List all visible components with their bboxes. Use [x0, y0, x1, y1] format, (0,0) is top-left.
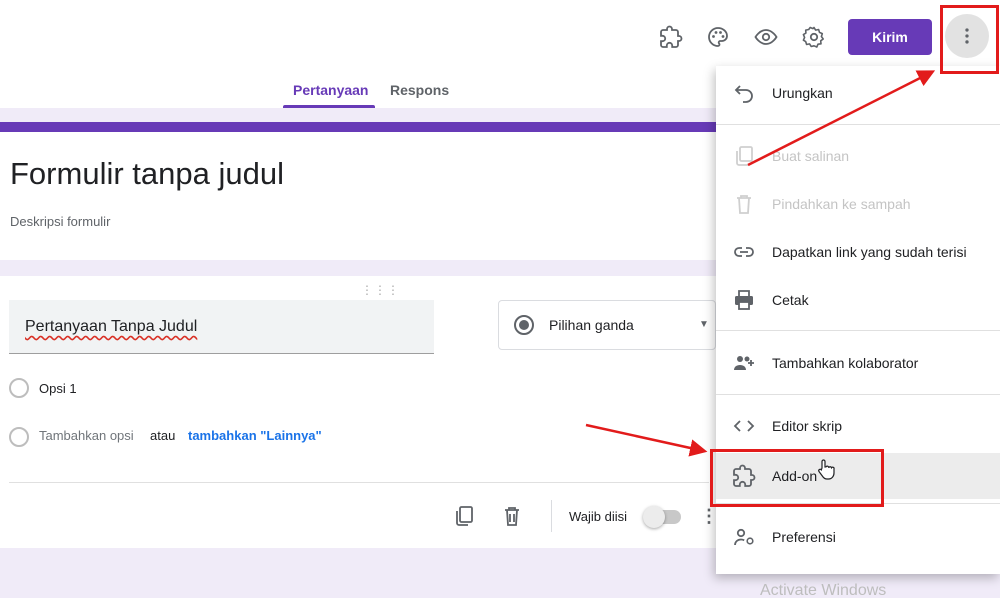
activate-windows-watermark: Activate Windows — [760, 582, 887, 598]
annotation-arrows — [585, 70, 936, 457]
arrow-to-add-ons — [585, 423, 708, 457]
arrow-to-more-button — [747, 70, 936, 167]
